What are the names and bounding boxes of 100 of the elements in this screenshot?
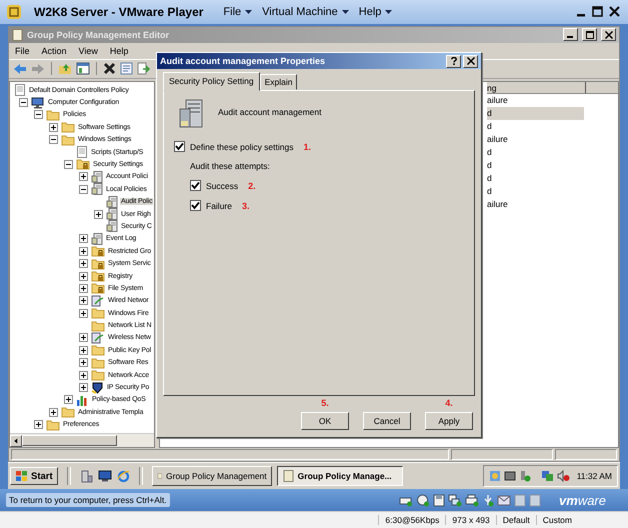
browser-icon[interactable] <box>116 470 130 483</box>
floppy-icon[interactable] <box>433 494 446 507</box>
expander-icon[interactable] <box>34 110 43 120</box>
expander-icon[interactable] <box>79 259 88 268</box>
expander-icon[interactable] <box>64 160 73 169</box>
menu-item[interactable]: Help <box>110 46 128 56</box>
menu-item[interactable]: Action <box>42 46 67 56</box>
expander-icon[interactable] <box>79 184 88 194</box>
tab[interactable]: Security Policy Setting <box>163 72 260 91</box>
bar-chart-icon <box>76 394 89 406</box>
minimize-button[interactable] <box>563 28 578 42</box>
close-icon <box>466 57 474 65</box>
network-icon <box>91 332 105 344</box>
menu-item[interactable]: View <box>78 46 98 56</box>
expander-icon[interactable] <box>49 122 58 132</box>
column-header[interactable] <box>586 82 618 94</box>
attempt-checkbox[interactable]: Success <box>190 180 238 191</box>
folder-icon <box>61 121 75 134</box>
horizontal-scrollbar[interactable] <box>10 433 154 448</box>
menu-item[interactable]: Virtual Machine <box>262 6 349 18</box>
network-status-icon[interactable] <box>540 470 554 482</box>
expander-icon[interactable] <box>79 234 88 244</box>
policy-icon <box>106 208 118 220</box>
taskbar-button[interactable]: Group Policy Manage... <box>276 466 403 486</box>
list-row[interactable]: ailure <box>487 132 584 146</box>
policy-icon <box>91 170 103 183</box>
expander-icon[interactable] <box>64 395 73 404</box>
list-row[interactable]: d <box>487 158 584 172</box>
expander-icon[interactable] <box>79 308 88 318</box>
pane-toggle-icon[interactable] <box>76 62 90 76</box>
menu-item[interactable]: File <box>15 46 30 56</box>
muted-speaker-icon[interactable] <box>556 470 570 482</box>
server-manager-icon[interactable] <box>80 470 93 483</box>
list-row[interactable]: d <box>487 106 584 120</box>
close-button[interactable] <box>601 28 616 42</box>
list-row[interactable]: d <box>487 120 584 133</box>
expander-icon[interactable] <box>19 98 28 108</box>
policy-icon <box>106 196 118 208</box>
scroll-left-icon[interactable] <box>10 434 22 447</box>
vmware-logo: vmware <box>559 492 606 508</box>
expander-icon[interactable] <box>79 333 88 342</box>
locked-folder-icon <box>91 270 105 282</box>
expander-icon[interactable] <box>34 420 43 430</box>
dialog-button[interactable]: OK <box>301 412 349 430</box>
checkbox[interactable] <box>190 200 201 211</box>
menu-item[interactable]: File <box>223 6 252 18</box>
expander-icon[interactable] <box>79 296 88 306</box>
expander-icon[interactable] <box>79 383 88 392</box>
expander-icon[interactable] <box>79 358 88 368</box>
close-button[interactable] <box>463 54 478 68</box>
monitor-icon[interactable] <box>98 470 112 482</box>
folder-icon <box>91 320 105 332</box>
message-icon[interactable] <box>497 494 512 507</box>
attempt-checkbox[interactable]: Failure <box>190 200 232 211</box>
list-row[interactable]: d <box>487 184 584 198</box>
expander-icon[interactable] <box>79 272 88 280</box>
maximize-button[interactable] <box>582 28 597 42</box>
annotation-number: 1. <box>303 142 311 152</box>
help-button[interactable] <box>446 54 461 68</box>
cd-icon[interactable] <box>416 494 430 507</box>
expander-icon[interactable] <box>79 246 88 256</box>
menu-item[interactable]: Help <box>358 6 392 18</box>
column-header[interactable]: ng <box>487 82 586 94</box>
vmware-logo-icon <box>6 4 22 20</box>
network-adapter-icon[interactable] <box>448 494 462 507</box>
list-row[interactable]: d <box>487 172 584 185</box>
checkbox[interactable] <box>190 180 201 191</box>
status-field: Default <box>496 515 536 526</box>
expander-icon[interactable] <box>49 408 58 417</box>
export-icon[interactable] <box>137 62 150 76</box>
list-row[interactable]: ailure <box>487 94 584 107</box>
expander-icon[interactable] <box>79 172 88 182</box>
usb-icon[interactable] <box>482 494 494 507</box>
expander-icon[interactable] <box>79 284 88 293</box>
network-icon <box>91 294 105 307</box>
list-row[interactable]: d <box>487 146 584 159</box>
start-button[interactable]: Start <box>10 467 58 486</box>
document-icon <box>14 84 26 96</box>
checkbox[interactable] <box>174 141 185 152</box>
expander-icon[interactable] <box>49 135 58 144</box>
maximize-icon[interactable] <box>592 6 603 18</box>
dialog-button[interactable]: Apply <box>425 412 473 430</box>
tray-display-icon[interactable] <box>504 470 516 482</box>
define-checkbox[interactable]: Define these policy settings <box>174 141 294 152</box>
shield-icon <box>91 381 104 394</box>
dialog-button[interactable]: Cancel <box>363 412 411 430</box>
locked-folder-icon <box>91 245 105 258</box>
taskbar-button[interactable]: Group Policy Management <box>152 466 272 486</box>
scroll-thumb[interactable] <box>22 435 117 446</box>
printer-icon[interactable] <box>465 494 480 507</box>
expander-icon[interactable] <box>94 210 103 219</box>
expander-icon[interactable] <box>79 346 88 355</box>
folder-icon <box>91 356 105 369</box>
list-row[interactable]: ailure <box>487 198 584 211</box>
expander-icon[interactable] <box>79 370 88 380</box>
close-icon[interactable] <box>609 6 620 18</box>
folder-icon <box>46 108 60 121</box>
tab[interactable]: Explain <box>260 74 298 90</box>
delete-icon[interactable] <box>103 62 116 76</box>
folder-icon <box>91 307 105 320</box>
